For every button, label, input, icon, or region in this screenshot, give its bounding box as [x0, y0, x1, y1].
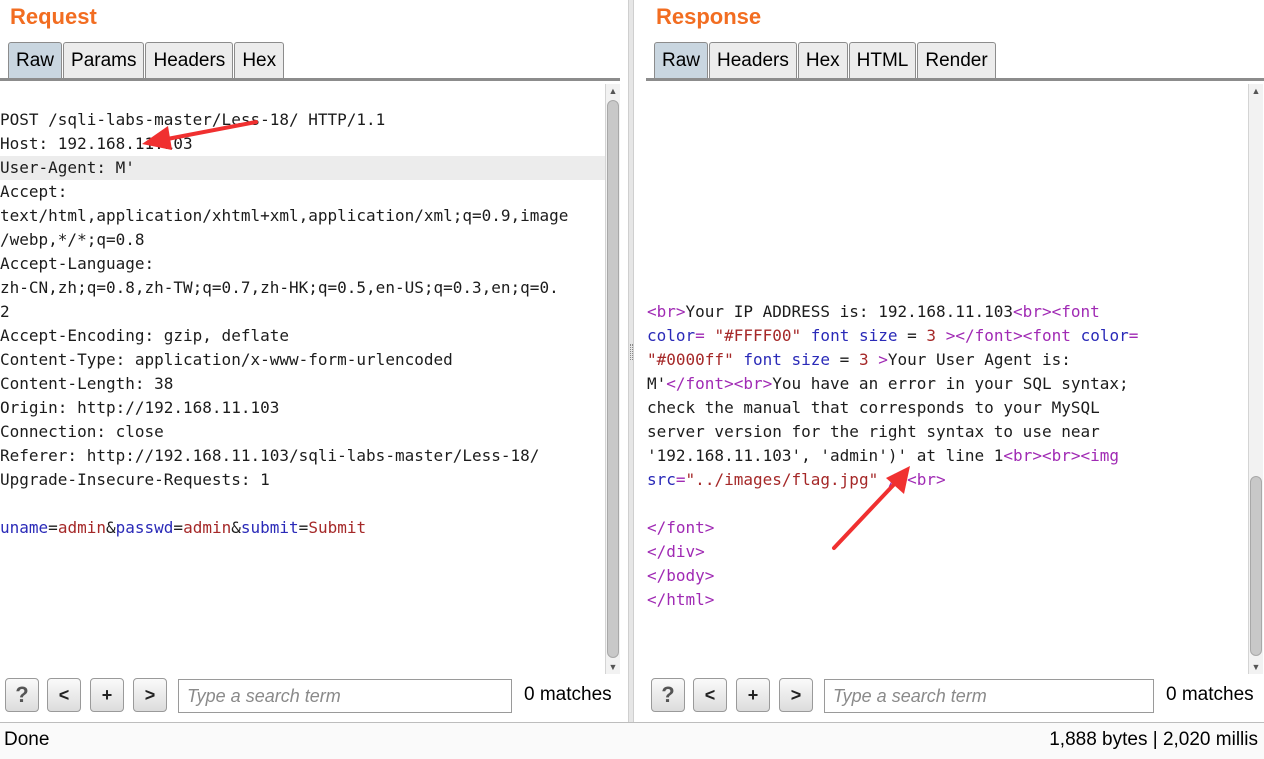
request-tab-raw[interactable]: Raw — [8, 42, 63, 78]
param-value: admin — [57, 518, 106, 537]
request-accept-line: Accept: — [0, 182, 68, 201]
request-title: Request — [10, 4, 97, 29]
param-key: submit — [240, 518, 299, 537]
response-tab-render[interactable]: Render — [917, 42, 996, 78]
request-search-add-button[interactable]: + — [90, 678, 124, 712]
request-tab-underline — [0, 78, 620, 81]
request-tab-headers[interactable]: Headers — [145, 42, 234, 78]
request-referer-line: Referer: http://192.168.11.103/sqli-labs… — [0, 446, 540, 465]
response-search-next-button[interactable]: > — [779, 678, 813, 712]
request-search-bar: ? < + > 0 matches — [0, 678, 620, 716]
response-editor[interactable]: <br>Your IP ADDRESS is: 192.168.11.103<b… — [646, 84, 1248, 674]
request-pane: Request Raw Params Headers Hex POST /sql… — [0, 0, 620, 722]
param-value: admin — [183, 518, 232, 537]
pane-splitter[interactable] — [628, 0, 634, 722]
request-scrollbar[interactable]: ▲ ▼ — [605, 84, 620, 674]
param-key: uname — [0, 518, 49, 537]
response-title: Response — [656, 4, 762, 29]
request-scrollbar-thumb[interactable] — [607, 100, 619, 658]
request-acceptlang-value-2: 2 — [0, 302, 10, 321]
request-host-line: Host: 192.168.11.103 — [0, 134, 193, 153]
request-search-input[interactable] — [178, 679, 512, 713]
scroll-down-arrow-icon[interactable]: ▼ — [1249, 660, 1263, 674]
request-search-matches: 0 matches — [524, 684, 612, 705]
request-contentlength-line: Content-Length: 38 — [0, 374, 174, 393]
response-search-matches: 0 matches — [1166, 684, 1254, 705]
response-search-input[interactable] — [824, 679, 1154, 713]
param-key: passwd — [115, 518, 174, 537]
request-acceptenc-line: Accept-Encoding: gzip, deflate — [0, 326, 289, 345]
response-scrollbar[interactable]: ▲ ▼ — [1248, 84, 1263, 674]
request-accept-value-2: /webp,*/*;q=0.8 — [0, 230, 145, 249]
request-acceptlang-line: Accept-Language: — [0, 254, 155, 273]
response-help-button[interactable]: ? — [651, 678, 685, 712]
request-tab-params[interactable]: Params — [63, 42, 145, 78]
request-tab-hex[interactable]: Hex — [234, 42, 285, 78]
request-connection-line: Connection: close — [0, 422, 164, 441]
response-scrollbar-thumb[interactable] — [1250, 476, 1262, 656]
response-search-bar: ? < + > 0 matches — [646, 678, 1264, 716]
request-line: POST /sqli-labs-master/Less-18/ HTTP/1.1 — [0, 110, 386, 129]
scroll-up-arrow-icon[interactable]: ▲ — [606, 84, 620, 98]
response-raw-text: <br>Your IP ADDRESS is: 192.168.11.103<b… — [647, 302, 1139, 609]
request-editor[interactable]: POST /sqli-labs-master/Less-18/ HTTP/1.1… — [0, 84, 605, 674]
response-search-prev-button[interactable]: < — [693, 678, 727, 712]
response-size-time: 1,888 bytes | 2,020 millis — [1049, 729, 1258, 750]
splitter-grip-icon[interactable] — [630, 344, 633, 360]
response-tabs: Raw Headers Hex HTML Render — [654, 42, 997, 78]
response-tab-hex[interactable]: Hex — [797, 42, 848, 78]
request-origin-line: Origin: http://192.168.11.103 — [0, 398, 280, 417]
request-accept-value-1: text/html,application/xhtml+xml,applicat… — [0, 206, 569, 225]
request-upgrade-line: Upgrade-Insecure-Requests: 1 — [0, 470, 270, 489]
status-text: Done — [4, 729, 50, 750]
response-pane: Response Raw Headers Hex HTML Render <br… — [646, 0, 1264, 722]
request-useragent-line: User-Agent: M' — [0, 156, 605, 180]
request-raw-text: POST /sqli-labs-master/Less-18/ HTTP/1.1… — [0, 84, 605, 564]
status-bar: Done 1,888 bytes | 2,020 millis — [0, 722, 1264, 759]
request-contenttype-line: Content-Type: application/x-www-form-url… — [0, 350, 453, 369]
scroll-down-arrow-icon[interactable]: ▼ — [606, 660, 620, 674]
scroll-up-arrow-icon[interactable]: ▲ — [1249, 84, 1263, 98]
request-acceptlang-value-1: zh-CN,zh;q=0.8,zh-TW;q=0.7,zh-HK;q=0.5,e… — [0, 278, 559, 297]
request-body: uname=admin&passwd=admin&submit=Submit — [0, 518, 367, 537]
response-tab-raw[interactable]: Raw — [654, 42, 709, 78]
param-value: Submit — [308, 518, 367, 537]
response-search-add-button[interactable]: + — [736, 678, 770, 712]
response-tab-underline — [646, 78, 1264, 81]
request-tabs: Raw Params Headers Hex — [8, 42, 285, 78]
request-help-button[interactable]: ? — [5, 678, 39, 712]
response-tab-html[interactable]: HTML — [848, 42, 917, 78]
request-search-next-button[interactable]: > — [133, 678, 167, 712]
request-search-prev-button[interactable]: < — [47, 678, 81, 712]
response-tab-headers[interactable]: Headers — [709, 42, 797, 78]
